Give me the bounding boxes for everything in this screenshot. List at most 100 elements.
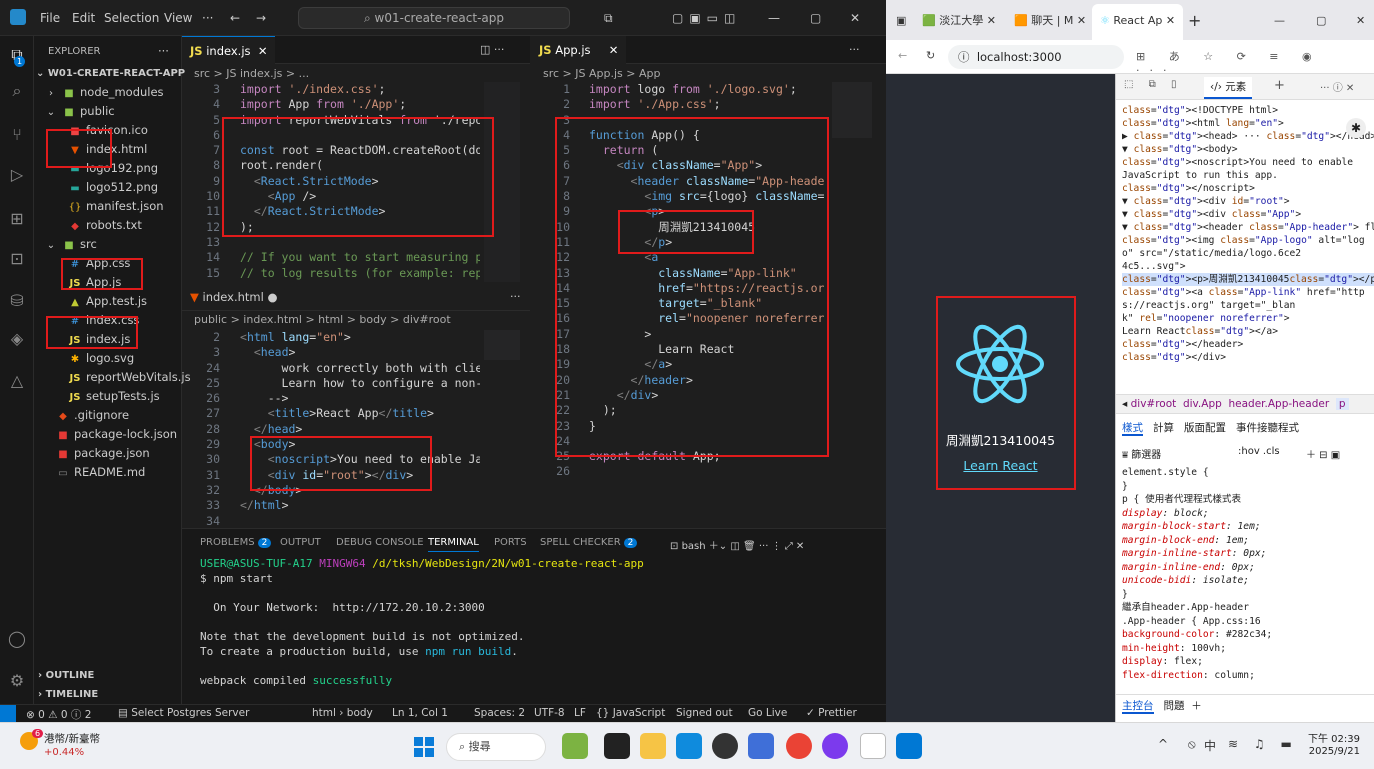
- vscode-taskbar-icon[interactable]: [896, 733, 922, 759]
- tab-console[interactable]: 主控台: [1122, 700, 1154, 714]
- dom-node[interactable]: ▼ class="dtg"><header class="App-header"…: [1122, 221, 1374, 234]
- browser-close-icon[interactable]: ✕: [1356, 6, 1365, 36]
- tab-output[interactable]: OUTPUT: [280, 537, 321, 548]
- dom-node[interactable]: 4c5...svg">: [1122, 260, 1186, 273]
- code-line[interactable]: [240, 235, 480, 250]
- code-line[interactable]: <noscript>You need to enable Java: [240, 452, 480, 467]
- copilot-icon[interactable]: ⧉: [604, 11, 613, 26]
- code-line[interactable]: import reportWebVitals from './report: [240, 113, 480, 128]
- dom-node[interactable]: class="dtg"></noscript>: [1122, 182, 1255, 195]
- code-line[interactable]: [589, 113, 825, 128]
- timeline-section[interactable]: › TIMELINE: [38, 685, 186, 704]
- app-photos-icon[interactable]: [748, 733, 774, 759]
- dom-node[interactable]: class="dtg"><html lang="en">: [1122, 117, 1284, 130]
- status-position[interactable]: Ln 1, Col 1: [392, 707, 448, 719]
- menu-more[interactable]: ···: [202, 11, 213, 25]
- code-line[interactable]: </a>: [589, 357, 825, 372]
- dom-node[interactable]: ▶ class="dtg"><head> ··· class="dtg"></h…: [1122, 130, 1374, 143]
- command-center-search[interactable]: ⌕ w01-create-react-app: [298, 7, 570, 29]
- code-line[interactable]: [240, 514, 480, 526]
- stock-label[interactable]: 港幣/新臺幣: [44, 731, 100, 746]
- dom-tree[interactable]: class="dtg"><!DOCTYPE html> class="dtg"><…: [1122, 104, 1374, 414]
- code-line[interactable]: <React.StrictMode>: [240, 174, 480, 189]
- style-rule-line[interactable]: background-color: #282c34;: [1122, 628, 1272, 641]
- code-line[interactable]: className="App-link": [589, 266, 825, 281]
- style-rule-line[interactable]: margin-block-start: 1em;: [1122, 520, 1261, 533]
- style-rule-line[interactable]: display: block;: [1122, 507, 1209, 520]
- code-line[interactable]: 周淵凱213410045: [589, 220, 825, 235]
- style-rule-line[interactable]: p { 使用者代理程式樣式表: [1122, 493, 1241, 506]
- editor2-minimap[interactable]: [484, 330, 520, 360]
- code-line[interactable]: <p>: [589, 204, 825, 219]
- editor2-more-icon[interactable]: ···: [510, 290, 521, 303]
- code-line[interactable]: <header className="App-header": [589, 174, 825, 189]
- code-line[interactable]: // to log results (for example: repor: [240, 266, 480, 281]
- tab-ports[interactable]: PORTS: [494, 537, 527, 548]
- editor3-breadcrumb[interactable]: src > JS App.js > App: [543, 64, 660, 84]
- browser-maximize-icon[interactable]: ▢: [1316, 6, 1326, 36]
- menu-file[interactable]: File: [40, 11, 60, 25]
- code-line[interactable]: <a: [589, 250, 825, 265]
- remote-indicator-icon[interactable]: [0, 705, 16, 722]
- devtools-menu-icon[interactable]: ··· ⓘ ✕: [1320, 79, 1354, 94]
- status-prettier[interactable]: ✓ Prettier: [806, 707, 857, 719]
- code-line[interactable]: root.render(: [240, 158, 480, 173]
- forward-arrow-icon[interactable]: →: [256, 11, 266, 25]
- edge-icon[interactable]: [676, 733, 702, 759]
- tab-index-html[interactable]: ▼ index.html ●: [182, 283, 286, 311]
- style-rule-line[interactable]: margin-inline-end: 0px;: [1122, 561, 1255, 574]
- style-rule-line[interactable]: margin-block-end: 1em;: [1122, 534, 1249, 547]
- tab-index-js[interactable]: JS index.js ✕: [182, 36, 276, 64]
- dom-node[interactable]: JavaScript to run this app.: [1122, 169, 1278, 182]
- code-line[interactable]: target="_blank": [589, 296, 825, 311]
- clock-time[interactable]: 下午 02:39: [1298, 730, 1360, 745]
- crumb[interactable]: p: [1335, 398, 1349, 410]
- browser-minimize-icon[interactable]: —: [1274, 6, 1285, 36]
- tree-item-src[interactable]: ⌄ ■ src: [44, 235, 192, 254]
- database-icon[interactable]: ⛁: [6, 290, 28, 312]
- code-line[interactable]: href="https://reactjs.org": [589, 281, 825, 296]
- status-problems[interactable]: ⊗ 0 ⚠ 0 ⓘ 2: [26, 707, 91, 722]
- status-account[interactable]: Signed out: [676, 707, 733, 719]
- tab-computed[interactable]: 計算: [1153, 422, 1174, 434]
- code-line[interactable]: export default App;: [589, 449, 825, 464]
- tab-styles[interactable]: 樣式: [1122, 422, 1143, 436]
- dom-node[interactable]: class="dtg"></div>: [1122, 351, 1226, 364]
- editor2-breadcrumb[interactable]: public > index.html > html > body > div#…: [194, 310, 451, 330]
- menu-selection[interactable]: Selection: [104, 11, 159, 25]
- code-line[interactable]: const root = ReactDOM.createRoot(docu: [240, 143, 480, 158]
- code-line[interactable]: </head>: [240, 422, 480, 437]
- toolbar-icons[interactable]: ⊞ あ ☆ ⟳ ≡ ◉ ···: [1136, 48, 1374, 77]
- clock-date[interactable]: 2025/9/21: [1298, 746, 1360, 757]
- dom-node[interactable]: class="dtg"><p>周淵凱213410045class="dtg"><…: [1122, 273, 1374, 286]
- style-rule-line[interactable]: }: [1122, 480, 1128, 493]
- tab-problems[interactable]: PROBLEMS 2: [200, 537, 272, 548]
- style-rule-line[interactable]: unicode-bidi: isolate;: [1122, 574, 1249, 587]
- learn-react-link[interactable]: Learn React: [886, 458, 1115, 473]
- address-bar[interactable]: ⓘ localhost:3000: [948, 45, 1124, 69]
- code-line[interactable]: Learn React: [589, 342, 825, 357]
- app-profile-icon[interactable]: [822, 733, 848, 759]
- styles-pane[interactable]: element.style {} p { 使用者代理程式樣式表 display: …: [1122, 466, 1372, 686]
- dom-node[interactable]: ▼ class="dtg"><div id="root">: [1122, 195, 1290, 208]
- dom-node[interactable]: class="dtg"><noscript>You need to enable: [1122, 156, 1353, 169]
- code-line[interactable]: <div className="App">: [589, 158, 825, 173]
- editor3-code[interactable]: import logo from './logo.svg'; import './…: [589, 82, 825, 502]
- tab-spell-checker[interactable]: SPELL CHECKER 2: [540, 537, 638, 548]
- code-line[interactable]: Learn how to configure a non-ro: [240, 376, 480, 391]
- code-line[interactable]: <img src={logo} className="A: [589, 189, 825, 204]
- style-rule-line[interactable]: element.style {: [1122, 466, 1209, 479]
- input-language[interactable]: 中: [1204, 737, 1216, 754]
- code-line[interactable]: import './index.css';: [240, 82, 480, 97]
- tree-item-public[interactable]: ⌄ ■ public: [44, 102, 192, 121]
- start-button-icon[interactable]: [414, 737, 434, 757]
- network-volume-battery-icons[interactable]: ≋ ♫ ▬: [1228, 737, 1298, 751]
- tab-event-listeners[interactable]: 事件接聽程式: [1236, 422, 1299, 434]
- code-line[interactable]: );: [240, 220, 480, 235]
- style-rule-line[interactable]: 繼承自header.App-header: [1122, 601, 1249, 614]
- terminal-profile[interactable]: ⊡ bash ＋⌄ ◫ 🗑 ··· ⋮ ⤢ ✕: [670, 537, 804, 552]
- menu-edit[interactable]: Edit: [72, 11, 95, 25]
- code-line[interactable]: );: [589, 403, 825, 418]
- tab-terminal[interactable]: TERMINAL: [428, 537, 479, 552]
- menu-view[interactable]: View: [164, 11, 192, 25]
